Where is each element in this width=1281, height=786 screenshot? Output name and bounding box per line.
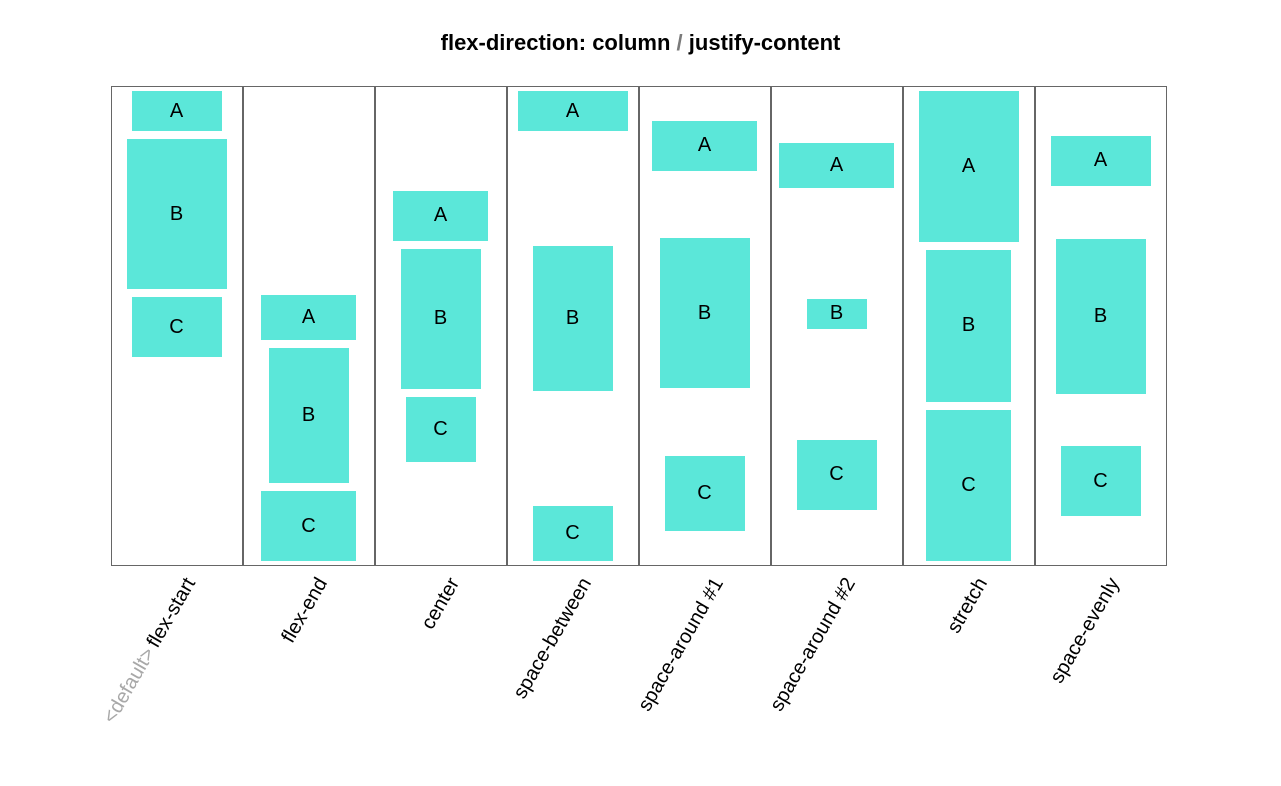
column-label-area: flex-end	[243, 566, 375, 766]
flex-container-flex-start: ABC	[111, 86, 243, 566]
column-label-space-between: space-between	[509, 574, 597, 703]
flex-item-a: A	[779, 143, 894, 188]
column-label-space-around-1: space-around #1	[633, 574, 728, 715]
flex-container-stretch: ABC	[903, 86, 1035, 566]
column-label-text: space-between	[509, 574, 596, 702]
flex-item-a: A	[132, 91, 222, 131]
column-label-flex-start: <default>flex-start	[98, 574, 200, 728]
column-label-space-evenly: space-evenly	[1046, 574, 1125, 688]
column-label-text: flex-start	[142, 574, 199, 651]
flex-item-b: B	[926, 250, 1011, 401]
flex-item-b: B	[660, 238, 750, 388]
flex-item-c: C	[665, 456, 745, 531]
column-label-text: stretch	[942, 574, 991, 637]
column-label-area: space-around #1	[639, 566, 771, 766]
column-label-text: flex-end	[277, 574, 332, 647]
flex-item-a: A	[919, 91, 1019, 242]
example-column-space-around-2: A B Cspace-around #2	[771, 86, 903, 766]
column-label-area: center	[375, 566, 507, 766]
example-column-space-around-1: A BCspace-around #1	[639, 86, 771, 766]
flex-container-space-around-1: A BC	[639, 86, 771, 566]
column-label-area: space-around #2	[771, 566, 903, 766]
flex-item-b: B	[533, 246, 613, 391]
example-column-center: ABCcenter	[375, 86, 507, 766]
example-column-space-between: A B Cspace-between	[507, 86, 639, 766]
flex-item-b: B	[807, 299, 867, 329]
column-label-flex-end: flex-end	[277, 574, 332, 647]
column-label-area: <default>flex-start	[111, 566, 243, 766]
flex-item-a: A	[518, 91, 628, 131]
flex-item-a: A	[652, 121, 757, 171]
flex-item-b: B	[269, 348, 349, 483]
column-label-area: space-between	[507, 566, 639, 766]
title-suffix: justify-content	[689, 30, 841, 55]
default-tag: <default>	[98, 644, 159, 727]
column-label-text: space-around #2	[765, 574, 859, 715]
example-column-space-evenly: A BCspace-evenly	[1035, 86, 1167, 766]
flex-item-b: B	[401, 249, 481, 389]
example-column-flex-end: ABCflex-end	[243, 86, 375, 766]
flex-item-b: B	[1056, 239, 1146, 394]
flex-container-space-evenly: A BC	[1035, 86, 1167, 566]
flex-item-c: C	[533, 506, 613, 561]
column-label-text: center	[417, 574, 464, 633]
flex-container-space-around-2: A B C	[771, 86, 903, 566]
flex-item-b: B	[127, 139, 227, 289]
flex-item-c: C	[132, 297, 222, 357]
column-label-stretch: stretch	[942, 574, 992, 637]
title-prefix: flex-direction: column	[441, 30, 671, 55]
flex-item-a: A	[393, 191, 488, 241]
flex-item-c: C	[1061, 446, 1141, 516]
flex-item-c: C	[926, 410, 1011, 561]
column-label-text: space-around #1	[633, 574, 727, 715]
column-label-space-around-2: space-around #2	[765, 574, 860, 715]
columns-container: ABC<default>flex-startABCflex-endABCcent…	[111, 86, 1171, 766]
flex-item-c: C	[406, 397, 476, 462]
flex-container-center: ABC	[375, 86, 507, 566]
flex-container-space-between: A B C	[507, 86, 639, 566]
column-label-area: stretch	[903, 566, 1035, 766]
flex-item-a: A	[1051, 136, 1151, 186]
diagram-title: flex-direction: column / justify-content	[0, 30, 1281, 56]
flex-container-flex-end: ABC	[243, 86, 375, 566]
column-label-text: space-evenly	[1046, 574, 1124, 687]
example-column-stretch: ABCstretch	[903, 86, 1035, 766]
example-column-flex-start: ABC<default>flex-start	[111, 86, 243, 766]
column-label-area: space-evenly	[1035, 566, 1167, 766]
title-separator: /	[677, 30, 683, 55]
flex-item-c: C	[261, 491, 356, 561]
flex-item-c: C	[797, 440, 877, 510]
flex-item-a: A	[261, 295, 356, 340]
column-label-center: center	[417, 574, 465, 634]
